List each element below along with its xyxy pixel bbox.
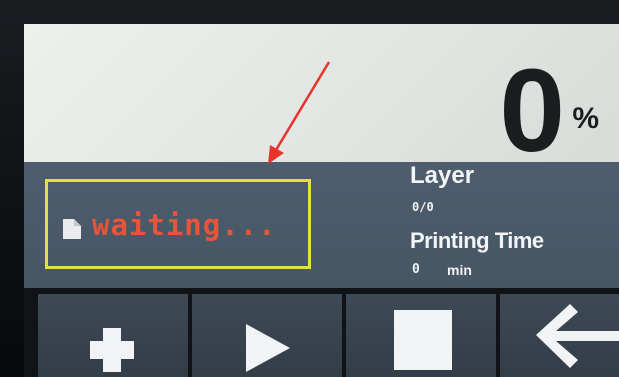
play-icon <box>246 324 290 372</box>
stop-button[interactable] <box>346 294 496 377</box>
play-button[interactable] <box>192 294 342 377</box>
printing-time-label: Printing Time <box>410 228 544 253</box>
print-info-panel: waiting... Layer 0/0 Printing Time 0 min <box>24 162 619 288</box>
progress-panel: 0 % <box>24 24 619 170</box>
control-toolbar <box>24 288 619 377</box>
print-status-text: waiting... <box>92 208 277 242</box>
printing-time-value: 0 <box>412 262 420 277</box>
printer-screen: 0 % waiting... Layer 0/0 Printing Time 0… <box>24 24 619 377</box>
back-arrow-icon <box>536 304 619 368</box>
layer-value: 0/0 <box>412 200 434 214</box>
back-button[interactable] <box>500 294 619 377</box>
layer-label: Layer <box>410 162 475 189</box>
status-highlight-box: waiting... <box>45 179 311 269</box>
plus-icon <box>90 328 134 372</box>
file-icon <box>63 219 81 239</box>
stop-icon <box>394 310 452 370</box>
progress-percentage: 0 <box>499 45 565 177</box>
progress-unit: % <box>572 102 599 135</box>
printing-time-unit: min <box>447 262 472 278</box>
add-button[interactable] <box>38 294 188 377</box>
